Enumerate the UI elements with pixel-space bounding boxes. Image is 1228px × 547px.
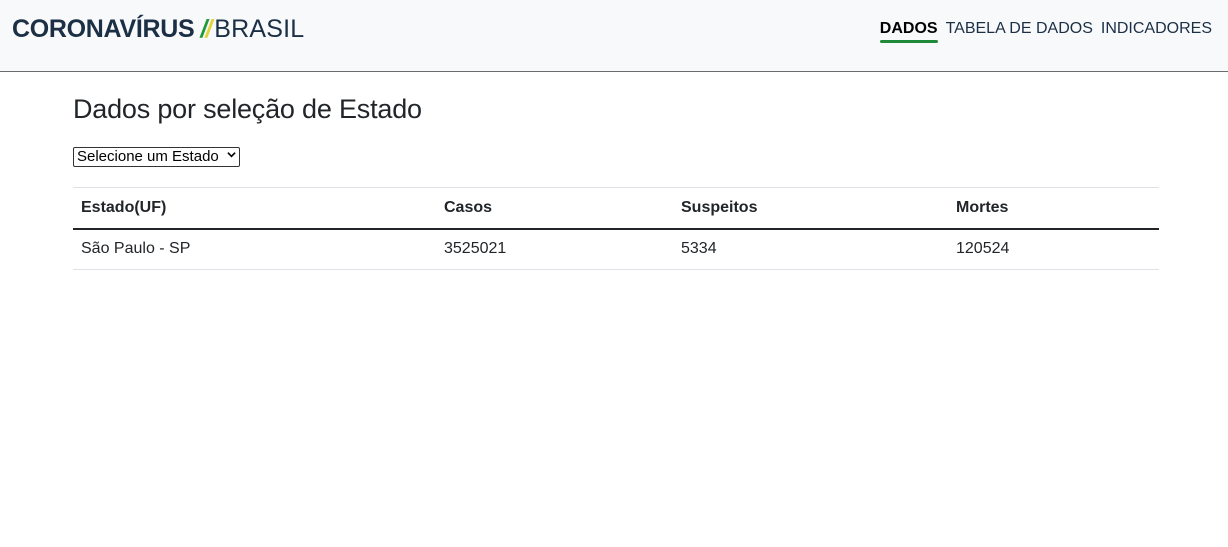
column-header-casos: Casos [444,198,493,216]
data-table: Estado(UF) Casos Suspeitos Mortes São Pa… [73,187,1159,270]
brand-slash-mark: // [200,15,212,43]
brand-logo[interactable]: CORONAVÍRUS//BRASIL [12,14,304,44]
brand-subtitle: BRASIL [214,15,305,43]
nav-item-dados[interactable]: DADOS [879,19,938,43]
table-row: São Paulo - SP 3525021 5334 120524 [73,229,1159,270]
column-header-mortes: Mortes [956,198,1009,216]
column-header-suspeitos: Suspeitos [681,198,758,216]
cell-estado: São Paulo - SP [81,240,191,258]
main-content: Dados por seleção de Estado Selecione um… [73,90,1159,270]
cell-mortes: 120524 [956,240,1010,258]
main-nav: DADOS TABELA DE DADOS INDICADORES [879,19,1212,43]
table-header-row: Estado(UF) Casos Suspeitos Mortes [73,187,1159,229]
cell-casos: 3525021 [444,240,507,258]
state-select[interactable]: Selecione um Estado [73,147,240,167]
column-header-estado: Estado(UF) [81,198,167,216]
brand-title: CORONAVÍRUS [12,15,195,43]
state-select-wrapper: Selecione um Estado [73,147,240,167]
nav-item-indicadores[interactable]: INDICADORES [1101,19,1212,39]
nav-item-tabela-de-dados[interactable]: TABELA DE DADOS [946,19,1093,39]
cell-suspeitos: 5334 [681,240,717,258]
top-navbar: CORONAVÍRUS//BRASIL DADOS TABELA DE DADO… [0,0,1228,72]
page-title: Dados por seleção de Estado [73,94,422,124]
